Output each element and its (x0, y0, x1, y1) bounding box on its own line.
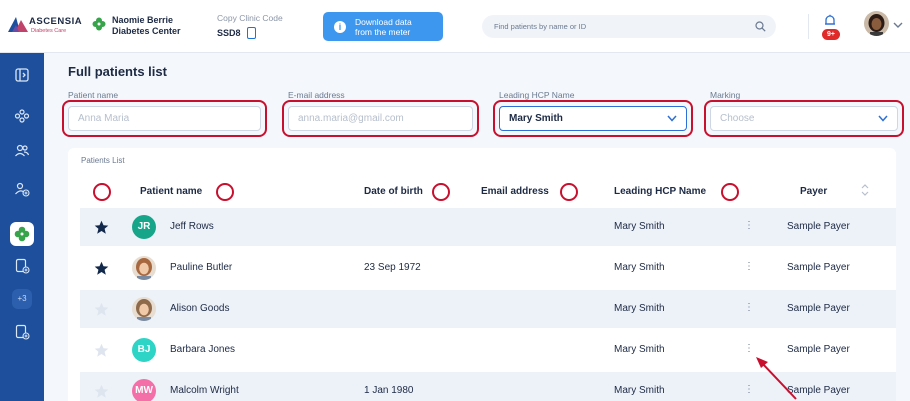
user-avatar[interactable] (864, 11, 889, 36)
star-icon[interactable] (94, 384, 109, 399)
clover-icon (14, 226, 30, 242)
search-placeholder: Find patients by name or ID (494, 22, 587, 31)
patient-name[interactable]: Pauline Butler (170, 262, 232, 273)
copy-icon[interactable] (246, 27, 256, 39)
table-row[interactable]: Alison Goods Mary Smith ⋮ Sample Payer (80, 290, 896, 328)
bell-icon[interactable] (823, 14, 837, 28)
add-document-icon[interactable] (14, 258, 30, 274)
brand-name: ASCENSIA (29, 16, 83, 27)
user-photo (864, 11, 889, 36)
kebab-icon[interactable]: ⋮ (744, 220, 754, 231)
marking-label: Marking (710, 90, 741, 100)
copy-clinic-code: Copy Clinic Code SSD8 (217, 13, 283, 39)
add-document-icon[interactable] (14, 324, 30, 340)
sort-hcp[interactable] (721, 183, 739, 201)
clinic-name: Diabetes Center (112, 26, 181, 36)
patient-dob: 1 Jan 1980 (364, 385, 414, 396)
clover-icon (92, 17, 106, 31)
copy-code-label: Copy Clinic Code (217, 13, 283, 23)
clinic-code: SSD8 (217, 28, 241, 38)
chevron-down-icon[interactable] (893, 21, 903, 29)
email-label: E-mail address (288, 90, 345, 100)
annotation-highlight (704, 100, 904, 137)
star-icon[interactable] (94, 343, 109, 358)
brand-subtitle: Diabetes Care (31, 28, 67, 34)
download-data-button[interactable]: i Download data from the meter (323, 12, 443, 41)
page-title: Full patients list (68, 64, 167, 79)
patient-photo (132, 256, 156, 280)
top-bar: ASCENSIA Diabetes Care Naomie Berrie Dia… (0, 0, 910, 53)
column-header-hcp[interactable]: Leading HCP Name (614, 186, 706, 197)
hcp-label: Leading HCP Name (499, 90, 575, 100)
users-icon[interactable] (14, 143, 30, 159)
kebab-icon[interactable]: ⋮ (744, 261, 754, 272)
column-header-email[interactable]: Email address (481, 186, 549, 197)
clinic-info[interactable]: Naomie Berrie Diabetes Center (112, 15, 181, 37)
patient-hcp: Mary Smith (614, 344, 665, 355)
patient-avatar (132, 256, 156, 280)
kebab-icon[interactable]: ⋮ (744, 343, 754, 354)
patient-avatar: JR (132, 215, 156, 239)
patient-payer: Sample Payer (787, 303, 850, 314)
add-user-icon[interactable] (14, 181, 30, 197)
sort-email[interactable] (560, 183, 578, 201)
annotation-highlight (62, 100, 267, 137)
ascensia-logo[interactable]: ASCENSIA Diabetes Care (8, 14, 83, 38)
patient-name[interactable]: Malcolm Wright (170, 385, 239, 396)
annotation-highlight (282, 100, 479, 137)
download-label-line1: Download data (355, 16, 412, 27)
info-icon: i (334, 20, 346, 33)
star-icon[interactable] (94, 261, 109, 276)
patient-payer: Sample Payer (787, 221, 850, 232)
patient-name[interactable]: Jeff Rows (170, 221, 214, 232)
select-all-sort[interactable] (93, 183, 111, 201)
sidebar: +3 (0, 53, 44, 401)
notification-badge: 9+ (822, 29, 840, 40)
patient-payer: Sample Payer (787, 344, 850, 355)
column-header-payer[interactable]: Payer (800, 186, 827, 197)
patient-avatar: MW (132, 379, 156, 401)
logo-triangle-icon (8, 17, 28, 32)
patient-name-label: Patient name (68, 90, 119, 100)
star-icon[interactable] (94, 302, 109, 317)
sidebar-more-clinics[interactable]: +3 (12, 289, 32, 309)
column-header-date-of-birth[interactable]: Date of birth (364, 186, 423, 197)
sort-icon[interactable] (860, 182, 870, 198)
patient-avatar: BJ (132, 338, 156, 362)
patient-photo (132, 297, 156, 321)
exit-icon[interactable] (14, 67, 30, 83)
kebab-icon[interactable]: ⋮ (744, 302, 754, 313)
user-name: Naomie Berrie (112, 15, 174, 25)
patient-hcp: Mary Smith (614, 262, 665, 273)
download-label-line2: from the meter (355, 26, 411, 37)
search-icon[interactable] (755, 21, 766, 32)
sort-patient-name[interactable] (216, 183, 234, 201)
patient-payer: Sample Payer (787, 262, 850, 273)
table-row[interactable]: Pauline Butler 23 Sep 1972 Mary Smith ⋮ … (80, 249, 896, 287)
main-content: Full patients list Patient name Anna Mar… (44, 53, 910, 401)
sort-date-of-birth[interactable] (432, 183, 450, 201)
patient-hcp: Mary Smith (614, 385, 665, 396)
header-divider (808, 14, 809, 39)
group-icon[interactable] (14, 108, 30, 124)
annotation-arrow (756, 357, 797, 400)
sidebar-item-clinic[interactable] (10, 222, 34, 246)
patient-name[interactable]: Barbara Jones (170, 344, 235, 355)
search-input[interactable]: Find patients by name or ID (482, 15, 776, 38)
panel-title: Patients List (81, 156, 125, 165)
patient-name[interactable]: Alison Goods (170, 303, 229, 314)
patient-hcp: Mary Smith (614, 221, 665, 232)
annotation-highlight (493, 100, 693, 137)
star-icon[interactable] (94, 220, 109, 235)
column-header-patient-name[interactable]: Patient name (140, 186, 202, 197)
patient-avatar (132, 297, 156, 321)
patient-dob: 23 Sep 1972 (364, 262, 421, 273)
patient-hcp: Mary Smith (614, 303, 665, 314)
table-row[interactable]: JR Jeff Rows Mary Smith ⋮ Sample Payer (80, 208, 896, 246)
